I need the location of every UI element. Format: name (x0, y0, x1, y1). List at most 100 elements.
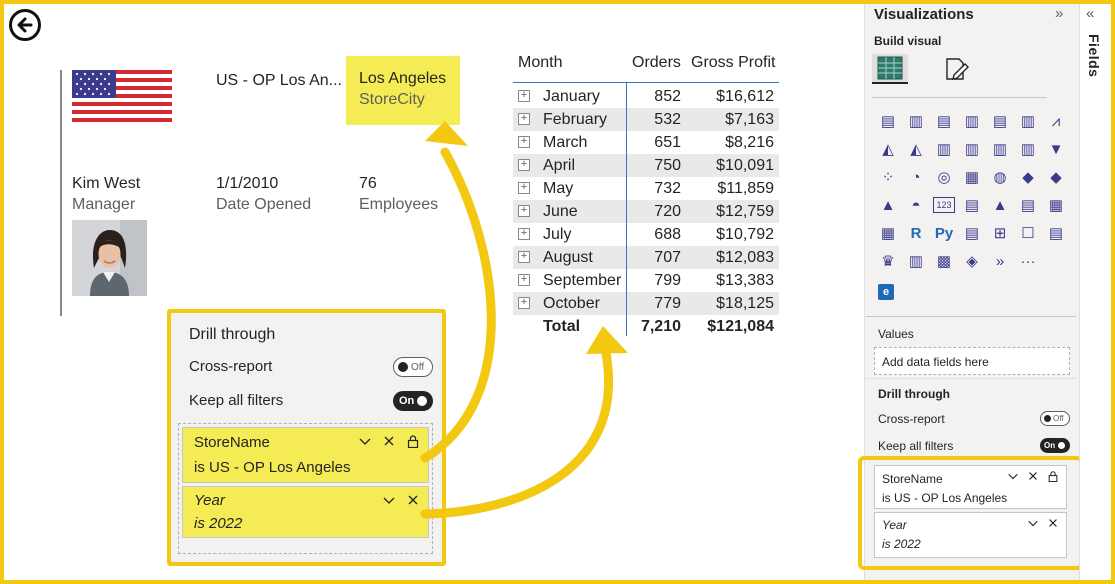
paginated-report-icon[interactable]: ▥ (902, 247, 930, 275)
expand-icon[interactable]: + (518, 136, 530, 148)
card-icon[interactable]: 123 (933, 197, 955, 213)
table-row[interactable]: + July 688 $10,792 (513, 223, 779, 246)
pane-keep-all-filters-toggle[interactable]: On (1040, 438, 1070, 453)
back-button[interactable] (9, 9, 41, 41)
format-visual-tab[interactable] (940, 54, 972, 84)
stacked-bar-chart-icon[interactable]: ▤ (874, 107, 902, 135)
shape-map-icon[interactable]: ◆ (1042, 163, 1070, 191)
ribbon-chart-icon[interactable]: ▥ (986, 135, 1014, 163)
line-chart-icon[interactable]: ⩘ (1042, 107, 1070, 135)
table-row[interactable]: + April 750 $10,091 (513, 154, 779, 177)
column-header-orders[interactable]: Orders (632, 54, 681, 72)
line-clustered-column-icon[interactable]: ▥ (958, 135, 986, 163)
table-row[interactable]: + October 779 $18,125 (513, 292, 779, 315)
lock-icon[interactable] (1047, 470, 1059, 485)
table-row[interactable]: + June 720 $12,759 (513, 200, 779, 223)
filter-field-name: StoreName (882, 472, 943, 486)
close-icon[interactable] (1027, 470, 1039, 485)
close-icon[interactable] (1047, 517, 1059, 532)
table-icon[interactable]: ▦ (1042, 191, 1070, 219)
qa-icon[interactable]: ☐ (1014, 219, 1042, 247)
filter-field-name: Year (194, 492, 225, 509)
table-row[interactable]: + May 732 $11,859 (513, 177, 779, 200)
keep-all-filters-toggle[interactable]: On (393, 391, 433, 411)
clustered-column-chart-icon[interactable]: ▥ (958, 107, 986, 135)
decomposition-tree-icon[interactable]: ⊞ (986, 219, 1014, 247)
area-chart-icon[interactable]: ◭ (874, 135, 902, 163)
stacked-column-chart-icon[interactable]: ▥ (902, 107, 930, 135)
expand-icon[interactable]: + (518, 182, 530, 194)
table-row[interactable]: + March 651 $8,216 (513, 131, 779, 154)
expand-icon[interactable]: + (518, 159, 530, 171)
r-visual-icon[interactable]: R (902, 219, 930, 247)
100-stacked-bar-chart-icon[interactable]: ▤ (986, 107, 1014, 135)
gross-profit-cell: $7,163 (725, 111, 774, 128)
smart-narrative-icon[interactable]: ▤ (1042, 219, 1070, 247)
pane-year-filter-card[interactable]: Year is 2022 (874, 512, 1067, 558)
matrix-icon[interactable]: ▦ (874, 219, 902, 247)
lock-icon[interactable] (406, 434, 420, 451)
fields-pane-collapsed[interactable] (1079, 0, 1115, 584)
add-data-fields-well[interactable]: Add data fields here (874, 347, 1070, 375)
year-filter-card[interactable]: Year is 2022 (182, 486, 429, 538)
clustered-bar-chart-icon[interactable]: ▤ (930, 107, 958, 135)
build-visual-tab[interactable] (872, 54, 908, 84)
fields-pane-label[interactable]: Fields (1086, 34, 1102, 77)
chevron-down-icon[interactable] (358, 434, 372, 451)
close-icon[interactable] (382, 434, 396, 451)
gross-profit-cell: $13,383 (716, 272, 774, 289)
azure-map-icon[interactable]: ▲ (874, 191, 902, 219)
multi-row-card-icon[interactable]: ▤ (958, 191, 986, 219)
expand-icon[interactable]: + (518, 251, 530, 263)
close-icon[interactable] (406, 493, 420, 510)
custom-visual-icon[interactable]: e (878, 284, 894, 300)
table-row[interactable]: + February 532 $7,163 (513, 108, 779, 131)
waterfall-chart-icon[interactable]: ▥ (1014, 135, 1042, 163)
toggle-knob (1058, 442, 1066, 449)
python-visual-icon[interactable]: Py (930, 219, 958, 247)
trophy-icon[interactable]: ♛ (874, 247, 902, 275)
table-row[interactable]: + September 799 $13,383 (513, 269, 779, 292)
cross-report-label: Cross-report (189, 358, 273, 375)
filled-map-icon[interactable]: ◆ (1014, 163, 1042, 191)
stacked-area-chart-icon[interactable]: ◭ (902, 135, 930, 163)
expand-icon[interactable]: + (518, 297, 530, 309)
chevron-down-icon[interactable] (1027, 517, 1039, 532)
power-automate-icon[interactable]: ◈ (958, 247, 986, 275)
cross-report-toggle[interactable]: Off (393, 357, 433, 377)
pane-storename-filter-card[interactable]: StoreName is US - OP Los Angeles (874, 465, 1067, 509)
expand-icon[interactable]: + (518, 90, 530, 102)
collapse-visualizations-icon[interactable]: » (1055, 5, 1063, 22)
funnel-chart-icon[interactable]: ▼ (1042, 135, 1070, 163)
chevron-down-icon[interactable] (1007, 470, 1019, 485)
chevron-down-icon[interactable] (382, 493, 396, 510)
pane-cross-report-toggle[interactable]: Off (1040, 411, 1070, 426)
scatter-chart-icon[interactable]: ⁘ (874, 163, 902, 191)
column-header-gross-profit[interactable]: Gross Profit (691, 54, 775, 72)
pane-divider (866, 378, 1076, 379)
kpi-icon[interactable]: ▲ (986, 191, 1014, 219)
table-row[interactable]: + January 852 $16,612 (513, 85, 779, 108)
slicer-icon[interactable]: ▤ (1014, 191, 1042, 219)
column-header-month[interactable]: Month (518, 54, 562, 72)
visualizations-title: Visualizations (874, 6, 974, 23)
pie-chart-icon[interactable]: ◔ (902, 163, 930, 191)
key-influencers-icon[interactable]: ▤ (958, 219, 986, 247)
expand-icon[interactable]: + (518, 113, 530, 125)
expand-icon[interactable]: + (518, 274, 530, 286)
treemap-icon[interactable]: ▦ (958, 163, 986, 191)
gauge-icon[interactable]: ◓ (902, 191, 930, 219)
storename-filter-card[interactable]: StoreName is US - OP Los Angeles (182, 427, 429, 483)
filter-actions (1007, 470, 1059, 485)
expand-icon[interactable]: + (518, 205, 530, 217)
arcgis-icon[interactable]: » (986, 247, 1014, 275)
power-apps-icon[interactable]: ▩ (930, 247, 958, 275)
100-stacked-column-chart-icon[interactable]: ▥ (1014, 107, 1042, 135)
expand-icon[interactable]: + (518, 228, 530, 240)
table-row[interactable]: + August 707 $12,083 (513, 246, 779, 269)
line-stacked-column-icon[interactable]: ▥ (930, 135, 958, 163)
map-icon[interactable]: ◍ (986, 163, 1014, 191)
more-visuals-icon[interactable]: ··· (1014, 247, 1042, 275)
expand-fields-icon[interactable]: « (1086, 5, 1094, 22)
donut-chart-icon[interactable]: ◎ (930, 163, 958, 191)
